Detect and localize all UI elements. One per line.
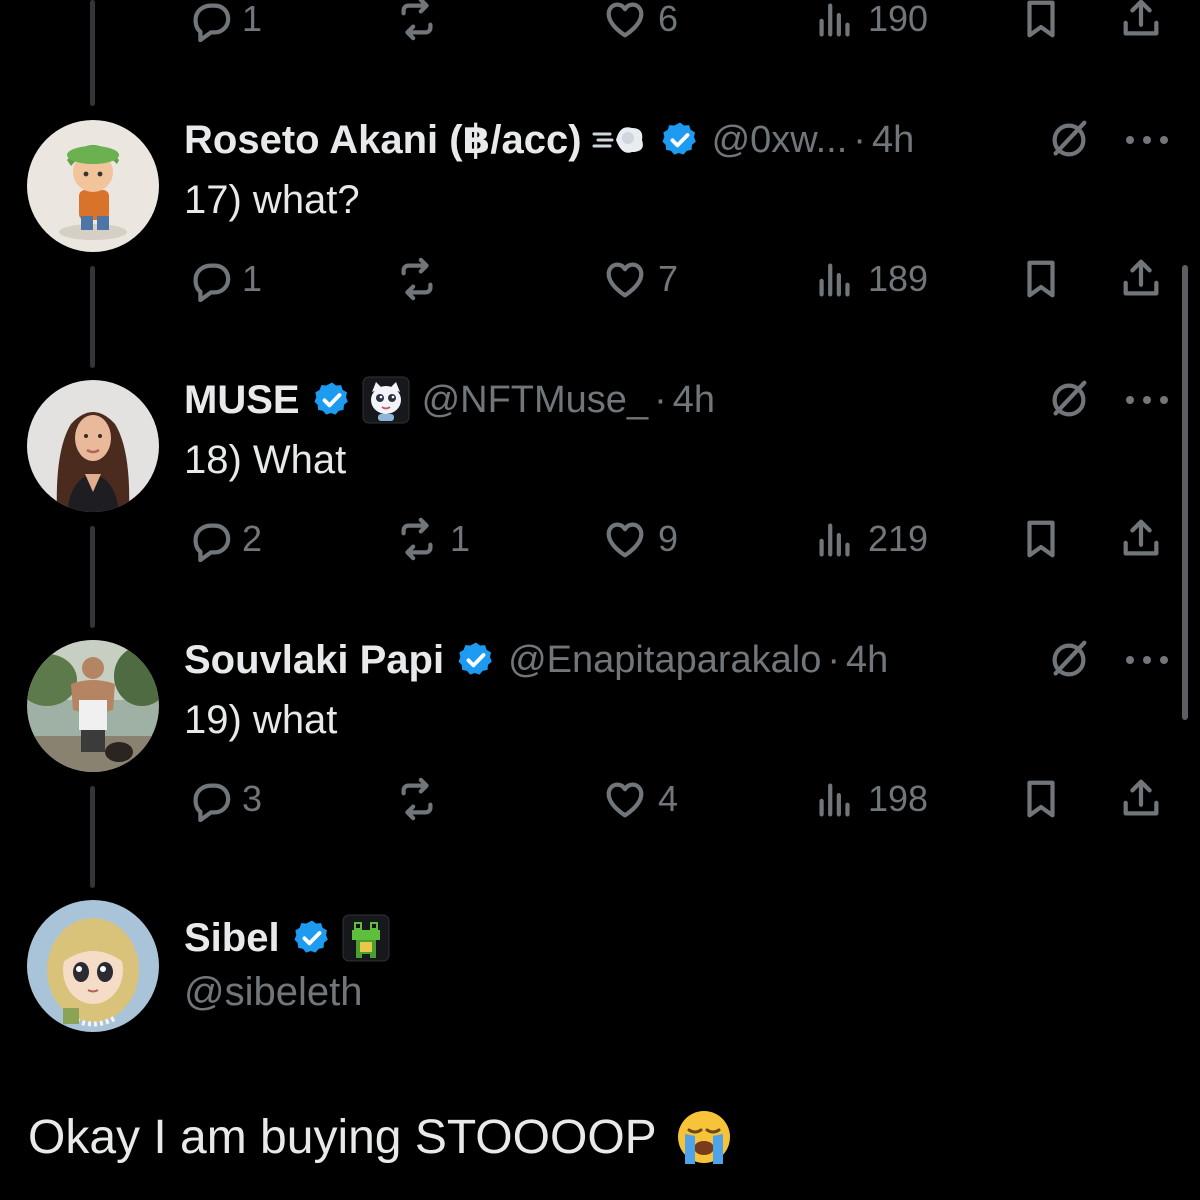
share-icon[interactable]	[1118, 0, 1164, 42]
share-icon[interactable]	[1118, 776, 1164, 822]
thread-line	[90, 0, 95, 106]
more-options-icon[interactable]	[1124, 134, 1170, 146]
reply-count: 3	[242, 778, 263, 819]
grok-icon[interactable]	[1046, 637, 1092, 683]
avatar[interactable]	[27, 640, 159, 772]
dash-icon	[592, 118, 648, 162]
views-icon	[812, 0, 858, 42]
repost-count: 1	[450, 518, 471, 559]
bookmark-icon[interactable]	[1018, 776, 1064, 822]
like-button[interactable]: 9	[602, 514, 678, 564]
tweet-header: Sibel	[184, 913, 390, 963]
thread-line	[90, 266, 95, 368]
reply-button[interactable]: 1	[186, 254, 262, 304]
reply-icon	[186, 256, 232, 302]
tweet-header: MUSE @NFTMuse_ · 4h	[184, 375, 715, 425]
timestamp[interactable]: 4h	[846, 639, 888, 682]
verified-badge-icon	[660, 120, 698, 157]
views-count: 198	[868, 778, 929, 819]
views-icon	[812, 516, 858, 562]
handle[interactable]: @0xw...	[712, 119, 848, 162]
repost-button[interactable]: 1	[394, 514, 470, 564]
repost-icon	[394, 516, 440, 562]
avatar[interactable]	[27, 120, 159, 252]
views-button[interactable]: 189	[812, 254, 928, 304]
views-icon	[812, 256, 858, 302]
repost-button[interactable]	[394, 774, 450, 824]
loudly-crying-face-icon	[675, 1108, 733, 1166]
scrollbar[interactable]	[1182, 265, 1188, 720]
reply-button[interactable]: 2	[186, 514, 262, 564]
views-count: 219	[868, 518, 929, 559]
like-button[interactable]: 7	[602, 254, 678, 304]
reply-count: 2	[242, 518, 263, 559]
like-button[interactable]: 4	[602, 774, 678, 824]
timestamp[interactable]: 4h	[872, 119, 914, 162]
more-options-icon[interactable]	[1124, 654, 1170, 666]
display-name[interactable]: Roseto Akani (฿/acc)	[184, 117, 582, 163]
reply-count: 1	[242, 0, 263, 39]
reply-button[interactable]: 3	[186, 774, 262, 824]
reply-button[interactable]: 1	[186, 0, 262, 44]
verified-badge-icon	[312, 380, 350, 417]
handle[interactable]: @sibeleth	[184, 970, 362, 1015]
like-count: 4	[658, 778, 679, 819]
views-count: 189	[868, 258, 929, 299]
repost-button[interactable]	[394, 254, 450, 304]
reply-icon	[186, 776, 232, 822]
bookmark-icon[interactable]	[1018, 516, 1064, 562]
timestamp[interactable]: 4h	[673, 379, 715, 422]
reply-count: 1	[242, 258, 263, 299]
avatar[interactable]	[27, 900, 159, 1032]
cartoon-avatar-badge	[362, 376, 410, 424]
heart-icon	[602, 256, 648, 302]
verified-badge-icon	[292, 918, 330, 955]
heart-icon	[602, 516, 648, 562]
like-count: 7	[658, 258, 679, 299]
separator: ·	[853, 118, 866, 161]
display-name[interactable]: Souvlaki Papi	[184, 638, 444, 683]
verified-badge-icon	[456, 640, 494, 677]
main-tweet-text-wrapper: Okay I am buying STOOOOP	[28, 1108, 733, 1166]
separator: ·	[654, 378, 667, 421]
repost-icon	[394, 0, 440, 42]
bookmark-icon[interactable]	[1018, 256, 1064, 302]
tweet-header: Souvlaki Papi @Enapitaparakalo · 4h	[184, 635, 888, 685]
thread-line	[90, 526, 95, 628]
repost-icon	[394, 256, 440, 302]
frog-icon	[342, 914, 390, 962]
repost-icon	[394, 776, 440, 822]
display-name[interactable]: Sibel	[184, 916, 280, 961]
repost-button[interactable]	[394, 0, 440, 44]
avatar[interactable]	[27, 380, 159, 512]
separator: ·	[827, 638, 840, 681]
views-button[interactable]: 198	[812, 774, 928, 824]
tweet-text: 17) what?	[184, 178, 360, 222]
handle[interactable]: @NFTMuse_	[422, 379, 649, 422]
views-count: 190	[868, 0, 929, 39]
views-icon	[812, 776, 858, 822]
reply-icon	[186, 516, 232, 562]
grok-icon[interactable]	[1046, 117, 1092, 163]
share-icon[interactable]	[1118, 256, 1164, 302]
share-icon[interactable]	[1118, 516, 1164, 562]
tweet-text: Okay I am buying STOOOOP	[28, 1110, 657, 1164]
heart-icon	[602, 0, 648, 42]
tweet-text: 19) what	[184, 698, 338, 742]
like-count: 6	[658, 0, 679, 39]
reply-icon	[186, 0, 232, 42]
like-count: 9	[658, 518, 679, 559]
more-options-icon[interactable]	[1124, 394, 1170, 406]
tweet-text: 18) What	[184, 438, 347, 482]
thread-line	[90, 786, 95, 888]
heart-icon	[602, 776, 648, 822]
tweet-header: Roseto Akani (฿/acc) @0xw... · 4h	[184, 115, 914, 165]
grok-icon[interactable]	[1046, 377, 1092, 423]
views-button[interactable]: 219	[812, 514, 928, 564]
bookmark-icon[interactable]	[1018, 0, 1064, 42]
views-button[interactable]: 190	[812, 0, 928, 44]
display-name[interactable]: MUSE	[184, 378, 300, 423]
like-button[interactable]: 6	[602, 0, 678, 44]
handle[interactable]: @Enapitaparakalo	[508, 639, 821, 682]
